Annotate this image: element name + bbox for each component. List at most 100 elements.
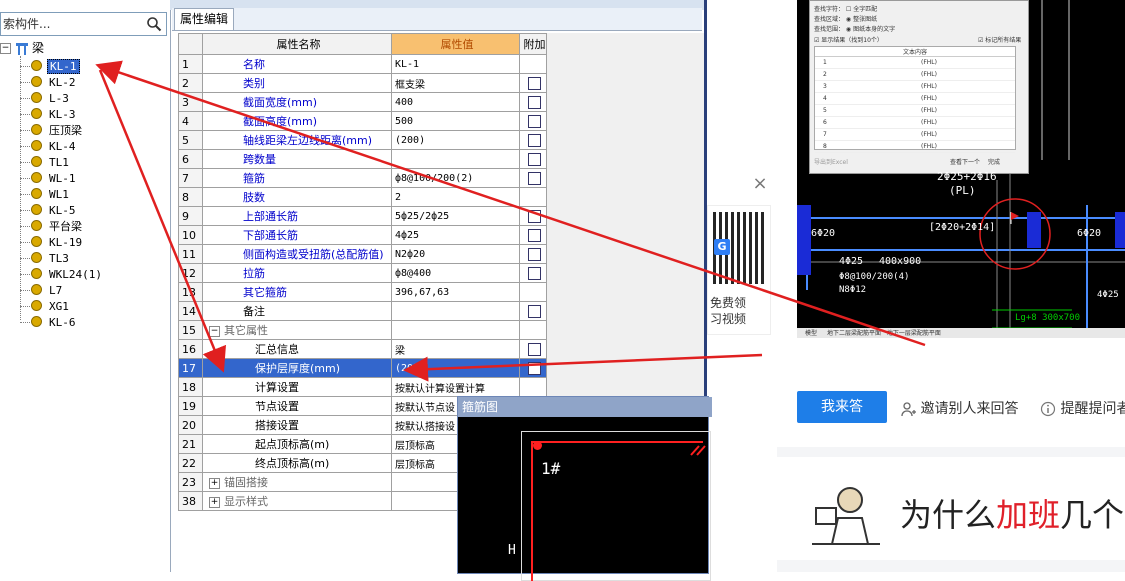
property-value[interactable]	[391, 149, 520, 169]
tree-item[interactable]: 平台梁	[31, 218, 84, 234]
cad-text-8: Φ8@100/200(4)	[839, 272, 910, 282]
tree-root-beam[interactable]: − 梁	[0, 40, 44, 56]
extra-checkbox[interactable]	[528, 152, 541, 166]
extra-checkbox[interactable]	[528, 361, 541, 375]
property-value[interactable]: 框支梁	[391, 73, 520, 93]
property-row[interactable]: 3 截面宽度(mm) 400	[178, 92, 547, 112]
expand-icon[interactable]: +	[209, 496, 220, 508]
property-row[interactable]: 15− 其它属性	[178, 320, 547, 340]
extra-checkbox[interactable]	[528, 304, 541, 318]
property-value[interactable]: 2	[391, 187, 520, 207]
property-row[interactable]: 14 备注	[178, 301, 547, 321]
property-value[interactable]: ф8@400	[391, 263, 520, 283]
property-row[interactable]: 8 肢数 2	[178, 187, 547, 207]
property-value[interactable]	[391, 320, 520, 340]
invite-link[interactable]: 邀请别人来回答	[900, 398, 1018, 418]
popup-title[interactable]: 箍筋图	[458, 397, 712, 417]
property-row[interactable]: 9 上部通长筋 5ф25/2ф25	[178, 206, 547, 226]
property-row[interactable]: 10 下部通长筋 4ф25	[178, 225, 547, 245]
property-value[interactable]: 396,67,63	[391, 282, 520, 302]
tree-item-label: 压顶梁	[49, 124, 82, 137]
tree-item[interactable]: L-3	[31, 90, 71, 106]
tree-item[interactable]: KL-4	[31, 138, 78, 154]
extra-checkbox[interactable]	[528, 266, 541, 280]
search-icon[interactable]	[146, 16, 162, 32]
property-value[interactable]: (200)	[391, 130, 520, 150]
extra-checkbox[interactable]	[528, 133, 541, 147]
header-property-value: 属性值	[391, 33, 520, 55]
extra-checkbox[interactable]	[528, 171, 541, 185]
extra-cell	[519, 301, 547, 321]
tree-item[interactable]: KL-2	[31, 74, 78, 90]
tree-item[interactable]: XG1	[31, 298, 71, 314]
property-value[interactable]: N2ф20	[391, 244, 520, 264]
tree-item[interactable]: KL-6	[31, 314, 78, 330]
remind-link[interactable]: 提醒提问者	[1040, 398, 1125, 418]
tree-item[interactable]: KL-1	[31, 58, 80, 74]
tree-item[interactable]: WL-1	[31, 170, 78, 186]
cad-text-6: 4Φ25	[839, 256, 864, 267]
headline-part-3: 几个	[1060, 496, 1125, 534]
tree-item-label: 平台梁	[49, 220, 82, 233]
extra-checkbox[interactable]	[528, 342, 541, 356]
close-icon[interactable]: ×	[752, 175, 768, 193]
tree-item[interactable]: WKL24(1)	[31, 266, 104, 282]
property-row[interactable]: 4 截面高度(mm) 500	[178, 111, 547, 131]
collapse-icon[interactable]: −	[209, 325, 220, 337]
tree-item-label: KL-5	[49, 204, 76, 217]
qr-promo-card[interactable]: G 免费领 习视频	[707, 205, 771, 335]
extra-checkbox[interactable]	[528, 209, 541, 223]
property-row[interactable]: 1 名称 KL-1	[178, 54, 547, 74]
cad-list-text: (FHL)	[921, 83, 937, 90]
component-gear-icon	[31, 156, 42, 167]
extra-checkbox[interactable]	[528, 76, 541, 90]
property-row[interactable]: 2 类别 框支梁	[178, 73, 547, 93]
extra-cell	[519, 377, 547, 397]
tab-property-edit[interactable]: 属性编辑	[174, 8, 235, 30]
tree-item[interactable]: TL3	[31, 250, 71, 266]
tree-item[interactable]: KL-5	[31, 202, 78, 218]
expand-icon[interactable]: +	[209, 477, 220, 489]
property-row[interactable]: 5 轴线距梁左边线距离(mm) (200)	[178, 130, 547, 150]
property-value[interactable]: 5ф25/2ф25	[391, 206, 520, 226]
extra-checkbox[interactable]	[528, 95, 541, 109]
property-row[interactable]: 16 汇总信息梁	[178, 339, 547, 359]
tree-item[interactable]: 压顶梁	[31, 122, 84, 138]
property-name: 轴线距梁左边线距离(mm)	[202, 130, 392, 150]
search-input[interactable]	[3, 15, 143, 33]
property-value[interactable]: 梁	[391, 339, 520, 359]
extra-checkbox[interactable]	[528, 114, 541, 128]
property-row[interactable]: 7 箍筋 ф8@100/200(2)	[178, 168, 547, 188]
tree-item[interactable]: KL-19	[31, 234, 84, 250]
property-value[interactable]: 4ф25	[391, 225, 520, 245]
property-value[interactable]: 按默认计算设置计算	[391, 377, 520, 397]
property-row[interactable]: 11 侧面构造或受扭筋(总配筋值) N2ф20	[178, 244, 547, 264]
property-value[interactable]: 400	[391, 92, 520, 112]
component-gear-icon	[31, 140, 42, 151]
answer-button[interactable]: 我来答	[797, 391, 887, 423]
component-gear-icon	[31, 316, 42, 327]
tree-item-label: KL-4	[49, 140, 76, 153]
property-value[interactable]: ф8@100/200(2)	[391, 168, 520, 188]
row-number: 12	[178, 263, 203, 283]
extra-checkbox[interactable]	[528, 247, 541, 261]
property-row[interactable]: 18 计算设置 按默认计算设置计算	[178, 377, 547, 397]
extra-checkbox[interactable]	[528, 228, 541, 242]
tree-item[interactable]: WL1	[31, 186, 71, 202]
property-row[interactable]: 13 其它箍筋 396,67,63	[178, 282, 547, 302]
property-value[interactable]	[391, 301, 520, 321]
tree-item[interactable]: L7	[31, 282, 64, 298]
headline-part-1: 为什么	[900, 496, 997, 534]
tree-item[interactable]: TL1	[31, 154, 71, 170]
article-headline[interactable]: 为什么加班几个	[900, 490, 1124, 536]
row-number: 21	[178, 434, 203, 454]
tree-item[interactable]: KL-3	[31, 106, 78, 122]
property-value[interactable]: (20)	[391, 358, 520, 378]
property-row[interactable]: 17 保护层厚度(mm) (20)	[178, 358, 547, 378]
property-value[interactable]: 500	[391, 111, 520, 131]
property-row[interactable]: 12 拉筋 ф8@400	[178, 263, 547, 283]
property-value[interactable]: KL-1	[391, 54, 520, 74]
property-name: 节点设置	[202, 396, 392, 416]
collapse-icon[interactable]: −	[0, 43, 11, 54]
property-row[interactable]: 6 跨数量	[178, 149, 547, 169]
